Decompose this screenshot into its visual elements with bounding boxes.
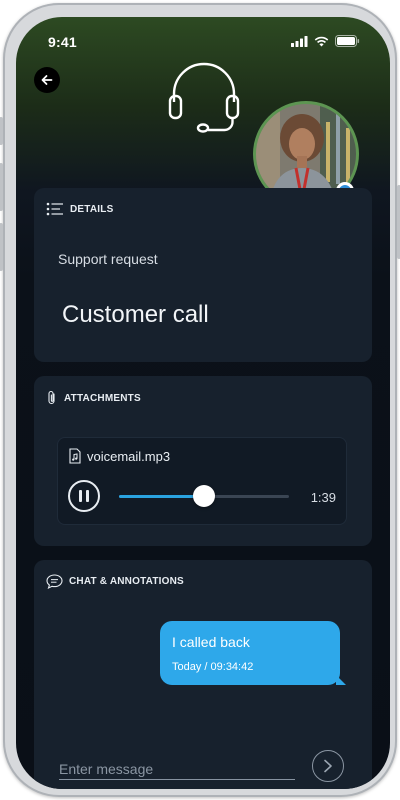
pause-icon [79,490,82,502]
list-icon [46,202,63,216]
details-card: DETAILS Support request Customer call [34,188,372,362]
details-header: DETAILS [46,202,113,216]
chat-card: CHAT & ANNOTATIONS I called back Today /… [34,560,372,789]
chat-message-text: I called back [172,634,250,650]
details-subtitle: Support request [58,251,158,267]
volume-down-button [0,223,3,271]
mute-switch [0,117,3,145]
paperclip-icon [48,390,55,405]
wifi-icon [314,36,329,46]
chat-bubble-icon [46,574,63,589]
attachment-file-name: voicemail.mp3 [87,448,171,464]
audio-duration: 1:39 [310,490,336,505]
chat-message[interactable]: I called back Today / 09:34:42 [160,621,346,685]
chat-header-label: CHAT & ANNOTATIONS [69,576,184,587]
attachments-header-label: ATTACHMENTS [64,392,141,404]
attachments-header: ATTACHMENTS [46,390,141,406]
app-screen: 9:41 DETAILS Support request Customer ca… [16,17,390,789]
send-button[interactable] [312,750,344,782]
audio-player: voicemail.mp3 1:39 [57,437,347,525]
status-bar: 9:41 [16,17,390,61]
signal-icon [291,35,308,47]
status-time: 9:41 [48,34,77,50]
audio-file-icon [69,448,81,464]
attachments-card: ATTACHMENTS voicemail.mp3 1:39 [34,376,372,546]
status-icons [291,35,360,47]
chevron-right-icon [324,759,332,773]
chat-message-tail [336,675,346,685]
arrow-left-icon [41,75,53,85]
chat-header: CHAT & ANNOTATIONS [46,574,184,589]
back-button[interactable] [34,67,60,93]
details-header-label: DETAILS [70,203,114,215]
audio-scrubber-handle[interactable] [193,485,215,507]
headset-icon [168,62,240,133]
pause-icon-bar [86,490,89,502]
audio-progress-fill [119,495,204,498]
pause-button[interactable] [68,480,100,512]
details-title: Customer call [62,301,209,328]
battery-icon [335,35,360,47]
message-input[interactable] [59,759,295,780]
chat-message-timestamp: Today / 09:34:42 [172,661,254,673]
phone-frame: 9:41 DETAILS Support request Customer ca… [0,3,400,797]
attachment-file[interactable]: voicemail.mp3 [69,448,170,464]
volume-up-button [0,163,3,211]
